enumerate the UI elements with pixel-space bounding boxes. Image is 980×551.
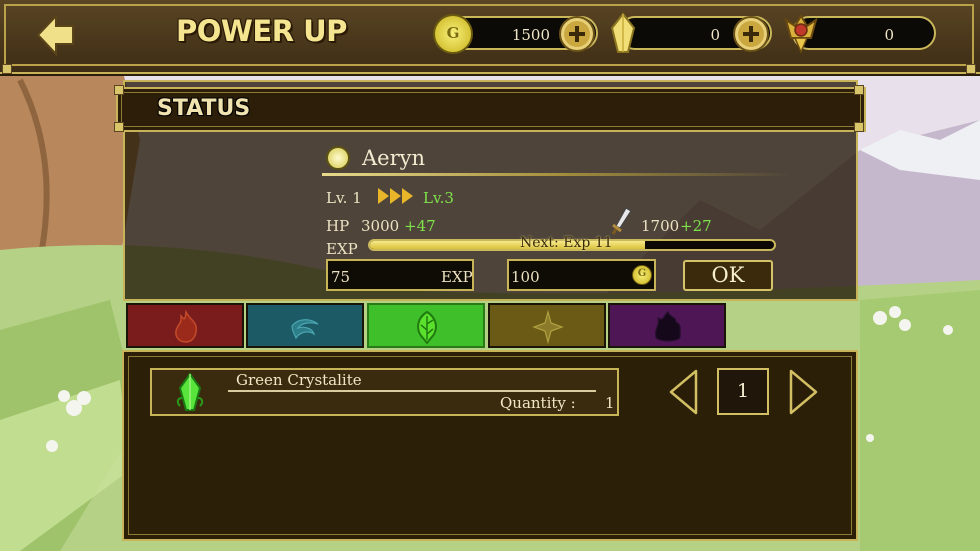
next-level: Lv.3 bbox=[423, 189, 454, 207]
hero-name-divider bbox=[322, 173, 792, 176]
frame-corner bbox=[966, 64, 976, 74]
add-crystal-button[interactable] bbox=[733, 16, 769, 52]
crystal-icon bbox=[610, 12, 636, 53]
gold-cost-symbol: G bbox=[637, 268, 647, 279]
add-gold-button[interactable] bbox=[559, 16, 595, 52]
decrease-quantity-button[interactable] bbox=[668, 369, 698, 415]
ok-button[interactable]: OK bbox=[683, 260, 773, 291]
item-quantity-value: 1 bbox=[605, 394, 615, 412]
hp-value: 3000 bbox=[361, 217, 400, 235]
frame-corner bbox=[854, 122, 864, 132]
page-title: POWER UP bbox=[176, 14, 347, 48]
crystal-value: 0 bbox=[710, 26, 720, 44]
gold-value: 1500 bbox=[511, 26, 550, 44]
hp-label: HP bbox=[326, 217, 350, 235]
tab-nature[interactable] bbox=[367, 303, 485, 348]
exp-amount-value: 75 bbox=[331, 268, 351, 286]
hero-name: Aeryn bbox=[362, 146, 426, 170]
current-level: Lv. 1 bbox=[326, 189, 362, 207]
tab-water[interactable] bbox=[246, 303, 364, 348]
attack-bonus: +27 bbox=[680, 217, 712, 235]
item-name-divider bbox=[228, 390, 596, 392]
item-name: Green Crystalite bbox=[236, 371, 362, 389]
frame-corner bbox=[854, 85, 864, 95]
frame-corner bbox=[114, 85, 124, 95]
exp-label: EXP bbox=[326, 240, 358, 258]
medal-icon bbox=[784, 14, 818, 54]
water-icon bbox=[291, 319, 319, 340]
tab-fire[interactable] bbox=[126, 303, 244, 348]
fire-icon bbox=[175, 310, 198, 343]
medal-value: 0 bbox=[884, 26, 894, 44]
level-up-arrows-icon bbox=[378, 188, 414, 208]
item-quantity-label: Quantity : bbox=[500, 394, 576, 412]
dark-icon bbox=[654, 311, 681, 342]
exp-next-text: Next: Exp 11 bbox=[520, 235, 613, 251]
gold-cost-value: 100 bbox=[511, 268, 540, 286]
status-title: STATUS bbox=[157, 96, 251, 121]
frame-corner bbox=[2, 64, 12, 74]
leaf-icon bbox=[417, 310, 437, 344]
tab-dark[interactable] bbox=[608, 303, 726, 348]
quantity-display: 1 bbox=[717, 368, 769, 415]
hp-bonus: +47 bbox=[404, 217, 436, 235]
light-element-icon bbox=[326, 146, 350, 170]
green-crystal-icon bbox=[176, 372, 204, 411]
back-arrow-button[interactable] bbox=[36, 14, 76, 56]
frame-corner bbox=[114, 122, 124, 132]
tab-light[interactable] bbox=[488, 303, 606, 348]
gold-coin-symbol: G bbox=[446, 24, 460, 42]
increase-quantity-button[interactable] bbox=[789, 369, 819, 415]
attack-value: 1700 bbox=[641, 217, 680, 235]
light-icon bbox=[532, 310, 564, 344]
exp-amount-unit: EXP bbox=[441, 268, 473, 286]
sword-icon bbox=[611, 207, 632, 235]
